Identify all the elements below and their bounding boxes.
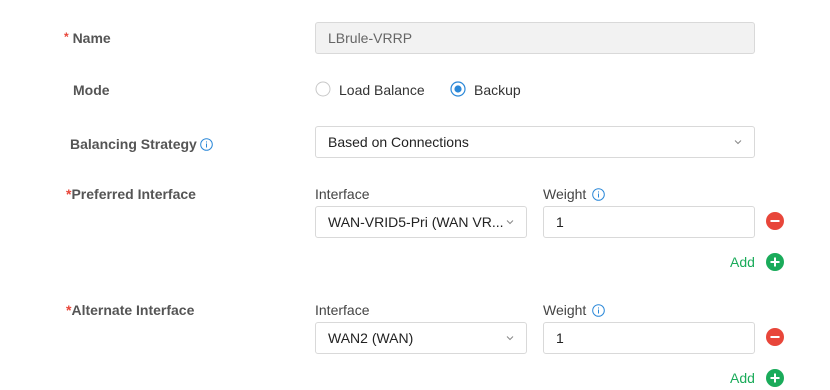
alternate-interface-select[interactable]: WAN2 (WAN) (315, 322, 527, 354)
preferred-interface-value: WAN-VRID5-Pri (WAN VR... (328, 214, 504, 230)
chevron-down-icon (734, 140, 742, 145)
info-icon[interactable] (200, 137, 213, 151)
radio-backup-label[interactable]: Backup (474, 82, 521, 98)
preferred-weight-input[interactable]: 1 (543, 206, 755, 238)
balancing-strategy-select[interactable]: Based on Connections (315, 126, 755, 158)
required-mark: * (64, 30, 69, 44)
radio-backup[interactable] (450, 81, 466, 97)
alternate-weight-header: Weight (543, 302, 606, 318)
preferred-interface-label-text: Preferred Interface (71, 186, 196, 202)
preferred-interface-label: *Preferred Interface (66, 186, 196, 202)
name-label: * Name (64, 30, 111, 46)
alternate-interface-header: Interface (315, 302, 370, 318)
remove-circle-icon[interactable] (766, 328, 784, 346)
alternate-weight-input[interactable]: 1 (543, 322, 755, 354)
remove-circle-icon[interactable] (766, 212, 784, 230)
preferred-interface-header: Interface (315, 186, 370, 202)
name-input[interactable]: LBrule-VRRP (315, 22, 755, 54)
chevron-down-icon (506, 220, 514, 225)
alternate-interface-label-text: Alternate Interface (71, 302, 195, 318)
radio-load-balance-label[interactable]: Load Balance (339, 82, 425, 98)
preferred-weight-header-text: Weight (543, 186, 587, 202)
alternate-weight-header-text: Weight (543, 302, 587, 318)
add-circle-icon[interactable] (766, 369, 784, 387)
preferred-interface-select[interactable]: WAN-VRID5-Pri (WAN VR... (315, 206, 527, 238)
name-label-text: Name (72, 30, 111, 46)
info-icon[interactable] (592, 303, 606, 317)
radio-load-balance[interactable] (315, 81, 331, 97)
preferred-add-link[interactable]: Add (730, 254, 755, 270)
alternate-add-link[interactable]: Add (730, 370, 755, 386)
info-icon[interactable] (592, 187, 606, 201)
preferred-weight-header: Weight (543, 186, 606, 202)
add-circle-icon[interactable] (766, 253, 784, 271)
mode-label: Mode (73, 82, 110, 98)
alternate-interface-label: *Alternate Interface (66, 302, 194, 318)
balancing-strategy-label: Balancing Strategy (70, 136, 213, 152)
balancing-strategy-label-text: Balancing Strategy (70, 136, 197, 152)
balancing-strategy-value: Based on Connections (328, 134, 469, 150)
chevron-down-icon (506, 336, 514, 341)
alternate-interface-value: WAN2 (WAN) (328, 330, 414, 346)
